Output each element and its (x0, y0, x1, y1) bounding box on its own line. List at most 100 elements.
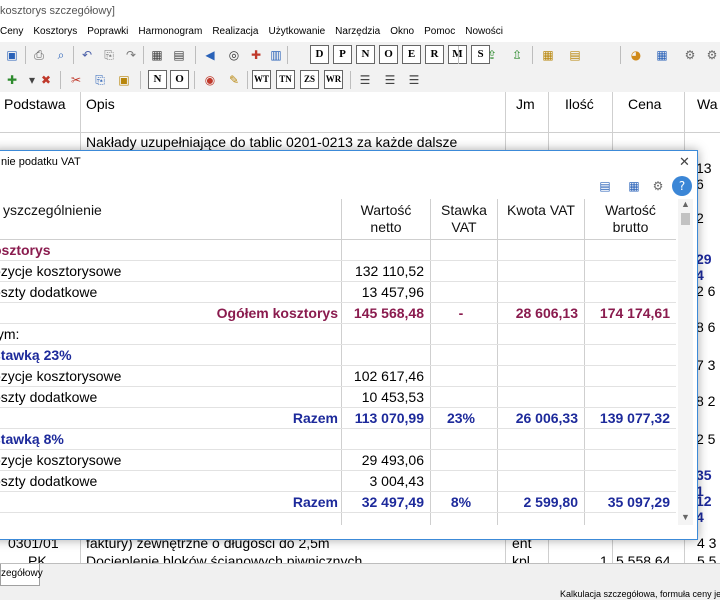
row-gross-value: 35 097,29 (607, 494, 670, 510)
save-icon[interactable]: ▣ (2, 45, 22, 65)
grid-a-icon[interactable]: ▦ (147, 45, 167, 65)
list-c-icon[interactable]: ☰ (404, 70, 424, 90)
letter-button[interactable]: D (310, 45, 329, 64)
letter-button[interactable]: E (402, 45, 421, 64)
row-vat-amount: 26 006,33 (515, 410, 578, 426)
close-icon[interactable]: ✕ (679, 151, 690, 173)
table-row[interactable]: Razem 32 497,49 8% 2 599,80 35 097,29 (0, 492, 676, 513)
table-row[interactable]: ozycje kosztorysowe 132 110,52 (0, 261, 676, 282)
print-icon[interactable]: ⎙ (29, 45, 49, 65)
menu-bar: Ceny Kosztorys Poprawki Harmonogram Realizac… (0, 22, 720, 42)
table-row[interactable]: stawką 23% (0, 345, 676, 366)
calc-icon[interactable]: ▦ (538, 45, 558, 65)
gear-icon[interactable]: ⚙ (648, 176, 668, 196)
column-header-vat-amount[interactable]: Kwota VAT (498, 199, 584, 239)
letter-button[interactable]: N (356, 45, 375, 64)
binoculars-icon[interactable]: ◎ (224, 45, 244, 65)
menu-item[interactable]: Ceny (0, 22, 23, 42)
row-net-value (342, 429, 424, 449)
settings2-icon[interactable]: ⚙ (702, 45, 720, 65)
preview-icon[interactable]: ⌕ (51, 45, 71, 65)
menu-item[interactable]: Poprawki (87, 22, 128, 42)
dialog-toolbar: ▤ ▦ ⚙ ? (0, 173, 697, 199)
toolbar2-button-o[interactable]: O (170, 70, 189, 89)
letter-button[interactable]: O (379, 45, 398, 64)
help-icon[interactable]: ? (672, 176, 692, 196)
table-row[interactable]: ozycje kosztorysowe 29 493,06 (0, 450, 676, 471)
paste-icon[interactable]: ▣ (114, 70, 134, 90)
row-label: Razem (292, 494, 338, 510)
row-vat-amount (498, 366, 578, 386)
undo-icon[interactable]: ↶ (77, 45, 97, 65)
menu-item[interactable]: Harmonogram (138, 22, 202, 42)
header-wartosc[interactable]: Wa (697, 96, 717, 112)
delete-row-icon[interactable]: ✖ (36, 70, 56, 90)
table-row[interactable]: oszty dodatkowe 13 457,96 (0, 282, 676, 303)
header-ilosc[interactable]: Ilość (565, 96, 594, 112)
toolbar2-button-wr[interactable]: WR (324, 70, 343, 89)
toolbar2-button-wt[interactable]: WT (252, 70, 271, 89)
header-podstawa[interactable]: Podstawa (4, 96, 65, 112)
vertical-scrollbar[interactable]: ▲ ▼ (678, 199, 693, 525)
row-vat-amount: 2 599,80 (523, 494, 579, 510)
table-row[interactable]: ozycje kosztorysowe 102 617,46 (0, 366, 676, 387)
row-vat-amount (498, 261, 578, 281)
copy-doc-icon[interactable]: ⎘ (90, 70, 110, 90)
arrow-left-icon[interactable]: ◀ (200, 45, 220, 65)
cut-icon[interactable]: ✂ (66, 70, 86, 90)
menu-item[interactable]: Realizacja (212, 22, 258, 42)
row-vat-rate (431, 240, 491, 260)
columns-icon[interactable]: ▤ (595, 176, 615, 196)
table-row[interactable]: oszty dodatkowe 10 453,53 (0, 387, 676, 408)
table-row[interactable]: Ogółem kosztorys 145 568,48 - 28 606,13 174 … (0, 303, 676, 324)
table-row[interactable]: osztorys (0, 240, 676, 261)
export-a-icon[interactable]: ⇪ (482, 45, 502, 65)
toolbar2-button-tn[interactable]: TN (276, 70, 295, 89)
add-row-icon[interactable]: ✚ (2, 70, 22, 90)
row-vat-amount: 28 606,13 (515, 305, 578, 321)
header-jm[interactable]: Jm (516, 96, 535, 112)
grid-icon[interactable]: ▦ (624, 176, 644, 196)
toolbar2-button-zs[interactable]: ZS (300, 70, 319, 89)
tab-kosztorys-szczegolowy[interactable]: zegółowy (0, 564, 43, 586)
row-value: 2 6 (696, 283, 716, 299)
row-net-value: 132 110,52 (354, 263, 424, 279)
letter-button[interactable]: P (333, 45, 352, 64)
table-row[interactable]: stawką 8% (0, 429, 676, 450)
menu-item[interactable]: Narzędzia (335, 22, 380, 42)
export-b-icon[interactable]: ⇫ (507, 45, 527, 65)
chart-icon[interactable]: ◕ (626, 45, 646, 65)
table-row[interactable]: tym: (0, 324, 676, 345)
grid-b-icon[interactable]: ▤ (169, 45, 189, 65)
row-vat-rate (431, 429, 491, 449)
table-row[interactable]: Razem 113 070,99 23% 26 006,33 139 077,32 (0, 408, 676, 429)
layout-icon[interactable]: ▦ (652, 45, 672, 65)
table-icon[interactable]: ▤ (565, 45, 585, 65)
list-b-icon[interactable]: ☰ (380, 70, 400, 90)
list-a-icon[interactable]: ☰ (355, 70, 375, 90)
toolbar2-button-n[interactable]: N (148, 70, 167, 89)
copy-icon[interactable]: ⎘ (99, 45, 119, 65)
menu-item[interactable]: Pomoc (424, 22, 455, 42)
redo-icon[interactable]: ↷ (121, 45, 141, 65)
column-header-description[interactable]: yszczególnienie (0, 199, 341, 239)
tools-icon[interactable]: ✚ (246, 45, 266, 65)
row-label: Ogółem kosztorys (216, 305, 338, 321)
menu-item[interactable]: Użytkowanie (268, 22, 325, 42)
header-cena[interactable]: Cena (628, 96, 661, 112)
menu-item[interactable]: Nowości (465, 22, 503, 42)
row-vat-rate (431, 366, 491, 386)
column-header-vat-rate[interactable]: Stawka VAT (431, 199, 497, 239)
document-icon[interactable]: ▥ (266, 45, 286, 65)
record-icon[interactable]: ◉ (200, 70, 220, 90)
menu-item[interactable]: Kosztorys (33, 22, 77, 42)
table-row[interactable]: oszty dodatkowe 3 004,43 (0, 471, 676, 492)
row-net-value: 32 497,49 (361, 494, 424, 510)
menu-item[interactable]: Okno (390, 22, 414, 42)
settings-icon[interactable]: ⚙ (680, 45, 700, 65)
column-header-gross[interactable]: Wartość brutto (585, 199, 676, 239)
header-opis[interactable]: Opis (86, 96, 115, 112)
edit-icon[interactable]: ✎ (224, 70, 244, 90)
letter-button[interactable]: R (425, 45, 444, 64)
column-header-net[interactable]: Wartość netto (342, 199, 430, 239)
